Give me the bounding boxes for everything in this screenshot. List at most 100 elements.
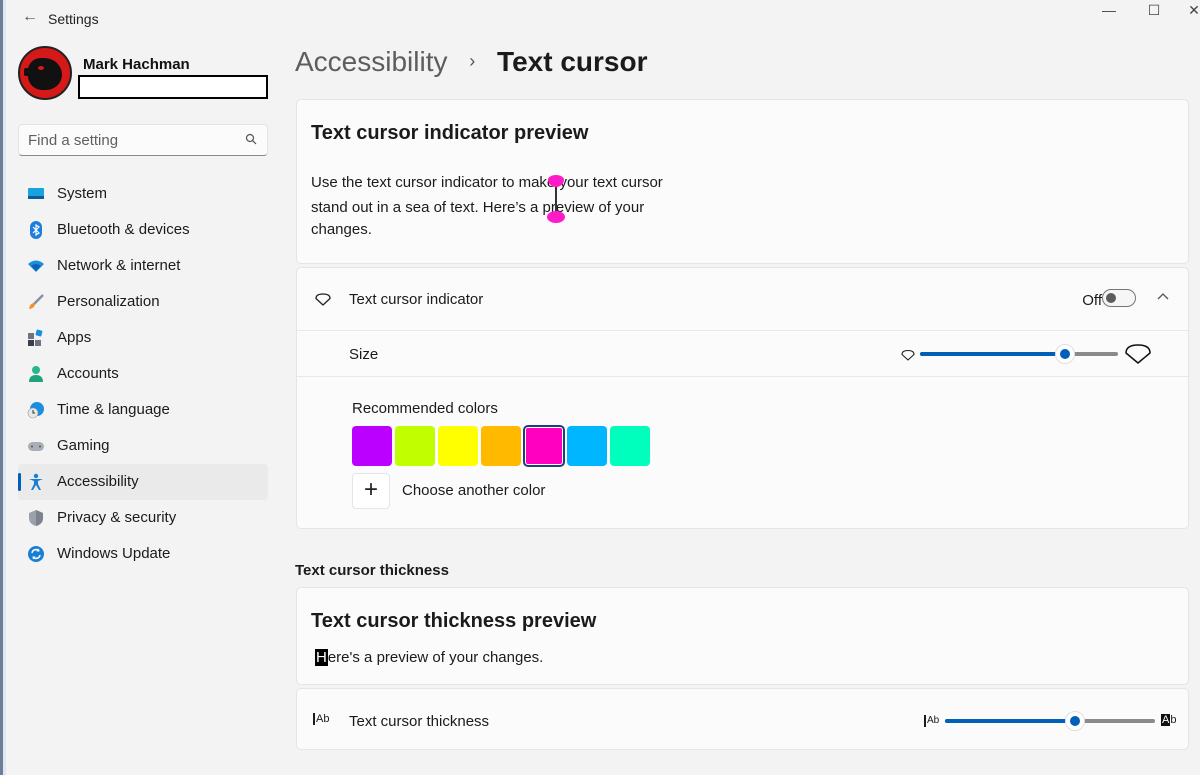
sidebar-item-windows-update[interactable]: Windows Update	[18, 536, 268, 572]
sidebar-item-accounts[interactable]: Accounts	[18, 356, 268, 392]
update-icon	[28, 546, 44, 562]
color-swatch[interactable]	[352, 426, 392, 466]
indicator-toggle-switch[interactable]	[1102, 289, 1136, 307]
indicator-setting-label: Text cursor indicator	[349, 291, 484, 308]
slider-fill	[920, 352, 1065, 356]
sidebar-item-accessibility[interactable]: Accessibility	[18, 464, 268, 500]
thick-cursor-rest: b	[1170, 714, 1177, 726]
sidebar-item-label: Bluetooth & devices	[57, 221, 190, 238]
indicator-preview-card: Text cursor indicator preview Use the te…	[296, 99, 1189, 264]
divider	[297, 376, 1188, 377]
sidebar-item-gaming[interactable]: Gaming	[18, 428, 268, 464]
sidebar-nav: System Bluetooth & devices Network & int…	[18, 176, 268, 572]
profile-name: Mark Hachman	[83, 56, 190, 73]
cursor-indicator-icon	[315, 293, 331, 306]
search-icon	[245, 133, 257, 145]
preview-rest: ere's a preview of your changes.	[327, 649, 544, 666]
recommended-colors-label: Recommended colors	[352, 400, 498, 417]
hawk-eye	[38, 66, 44, 70]
size-label: Size	[349, 346, 379, 363]
brush-icon	[29, 294, 44, 309]
app-title: Settings	[48, 11, 99, 27]
toggle-knob	[1106, 293, 1116, 303]
user-profile[interactable]: Mark Hachman	[18, 46, 278, 104]
minimize-button[interactable]: —	[1086, 0, 1132, 22]
maximize-icon: ☐	[1147, 2, 1161, 18]
color-swatch[interactable]	[481, 426, 521, 466]
color-swatch[interactable]	[567, 426, 607, 466]
bluetooth-icon	[30, 221, 42, 239]
small-indicator-icon	[901, 349, 915, 361]
close-icon: ✕	[1188, 2, 1200, 18]
search-box[interactable]	[18, 124, 268, 156]
minimize-icon: —	[1102, 2, 1116, 18]
indicator-top-dot	[548, 175, 564, 187]
hawk-beak	[24, 68, 36, 76]
sidebar-item-bluetooth[interactable]: Bluetooth & devices	[18, 212, 268, 248]
plus-icon: +	[363, 476, 378, 503]
sidebar-item-privacy-security[interactable]: Privacy & security	[18, 500, 268, 536]
sidebar-item-label: Windows Update	[57, 545, 171, 562]
sidebar-item-label: System	[57, 185, 108, 202]
color-swatch[interactable]	[438, 426, 478, 466]
person-icon	[29, 366, 43, 382]
indicator-bottom-dot	[547, 211, 565, 223]
sidebar-item-label: Privacy & security	[57, 509, 177, 526]
text-cursor-thickness-icon: Ab	[313, 713, 329, 725]
avatar	[18, 46, 72, 100]
thick-cursor-icon: Ab	[1161, 714, 1176, 727]
sidebar-item-label: Time & language	[57, 401, 170, 418]
thick-cursor-highlight: H	[315, 649, 328, 666]
thickness-preview-card: Text cursor thickness preview Here's a p…	[296, 587, 1189, 685]
chevron-up-icon[interactable]	[1156, 290, 1170, 304]
sidebar-item-label: Network & internet	[57, 257, 181, 274]
indicator-preview-text: Use the text cursor indicator to make yo…	[311, 170, 711, 240]
sidebar-item-apps[interactable]: Apps	[18, 320, 268, 356]
preview-line: changes.	[311, 221, 372, 238]
color-swatch[interactable]	[395, 426, 435, 466]
clock-globe-icon	[27, 402, 44, 419]
sidebar-item-label: Accessibility	[57, 473, 139, 490]
thickness-setting-label: Text cursor thickness	[349, 713, 490, 730]
slider-fill	[945, 719, 1075, 723]
thick-cursor-block: A	[1161, 714, 1171, 726]
toggle-state-text: Off	[1082, 292, 1102, 309]
search-input[interactable]	[28, 130, 228, 150]
preview-line: Use the text cursor indicator to make yo…	[311, 174, 663, 191]
sidebar-item-network[interactable]: Network & internet	[18, 248, 268, 284]
slider-thumb[interactable]	[1055, 344, 1075, 364]
indicator-toggle-row[interactable]: Text cursor indicator Off	[297, 268, 1188, 330]
title-bar: ← Settings — ☐ ✕	[6, 0, 1200, 40]
close-button[interactable]: ✕	[1171, 0, 1200, 22]
large-indicator-icon	[1125, 344, 1151, 364]
color-swatch[interactable]	[523, 425, 565, 467]
thickness-slider[interactable]	[945, 711, 1155, 731]
shield-icon	[29, 510, 43, 526]
size-slider[interactable]	[920, 344, 1118, 364]
text-cursor-indicator-preview	[546, 175, 566, 225]
size-row: Size	[297, 331, 1188, 376]
choose-another-color-label[interactable]: Choose another color	[402, 482, 545, 499]
sidebar-item-system[interactable]: System	[18, 176, 268, 212]
indicator-preview-title: Text cursor indicator preview	[311, 122, 589, 144]
page-title: Text cursor	[497, 46, 648, 77]
color-swatch[interactable]	[610, 426, 650, 466]
wifi-icon	[28, 260, 44, 272]
sidebar-item-time-language[interactable]: Time & language	[18, 392, 268, 428]
slider-thumb[interactable]	[1065, 711, 1085, 731]
sidebar-item-label: Apps	[57, 329, 92, 346]
breadcrumb-parent-link[interactable]: Accessibility	[295, 46, 447, 77]
breadcrumb: Accessibility › Text cursor	[295, 46, 647, 86]
chevron-right-icon: ›	[469, 51, 476, 71]
preview-line: stand out in a sea of text. Here’s a pre…	[311, 199, 645, 216]
thickness-setting-card: Ab Text cursor thickness Ab Ab	[296, 688, 1189, 750]
back-button[interactable]: ←	[18, 6, 42, 30]
thin-cursor-icon: Ab	[924, 715, 939, 727]
sidebar-item-personalization[interactable]: Personalization	[18, 284, 268, 320]
thickness-preview-title: Text cursor thickness preview	[311, 610, 597, 632]
sidebar-item-label: Accounts	[57, 365, 119, 382]
choose-another-color-button[interactable]: +	[352, 473, 390, 509]
arrow-left-icon: ←	[22, 8, 38, 25]
system-icon	[28, 188, 44, 199]
sidebar-item-label: Gaming	[57, 437, 110, 454]
